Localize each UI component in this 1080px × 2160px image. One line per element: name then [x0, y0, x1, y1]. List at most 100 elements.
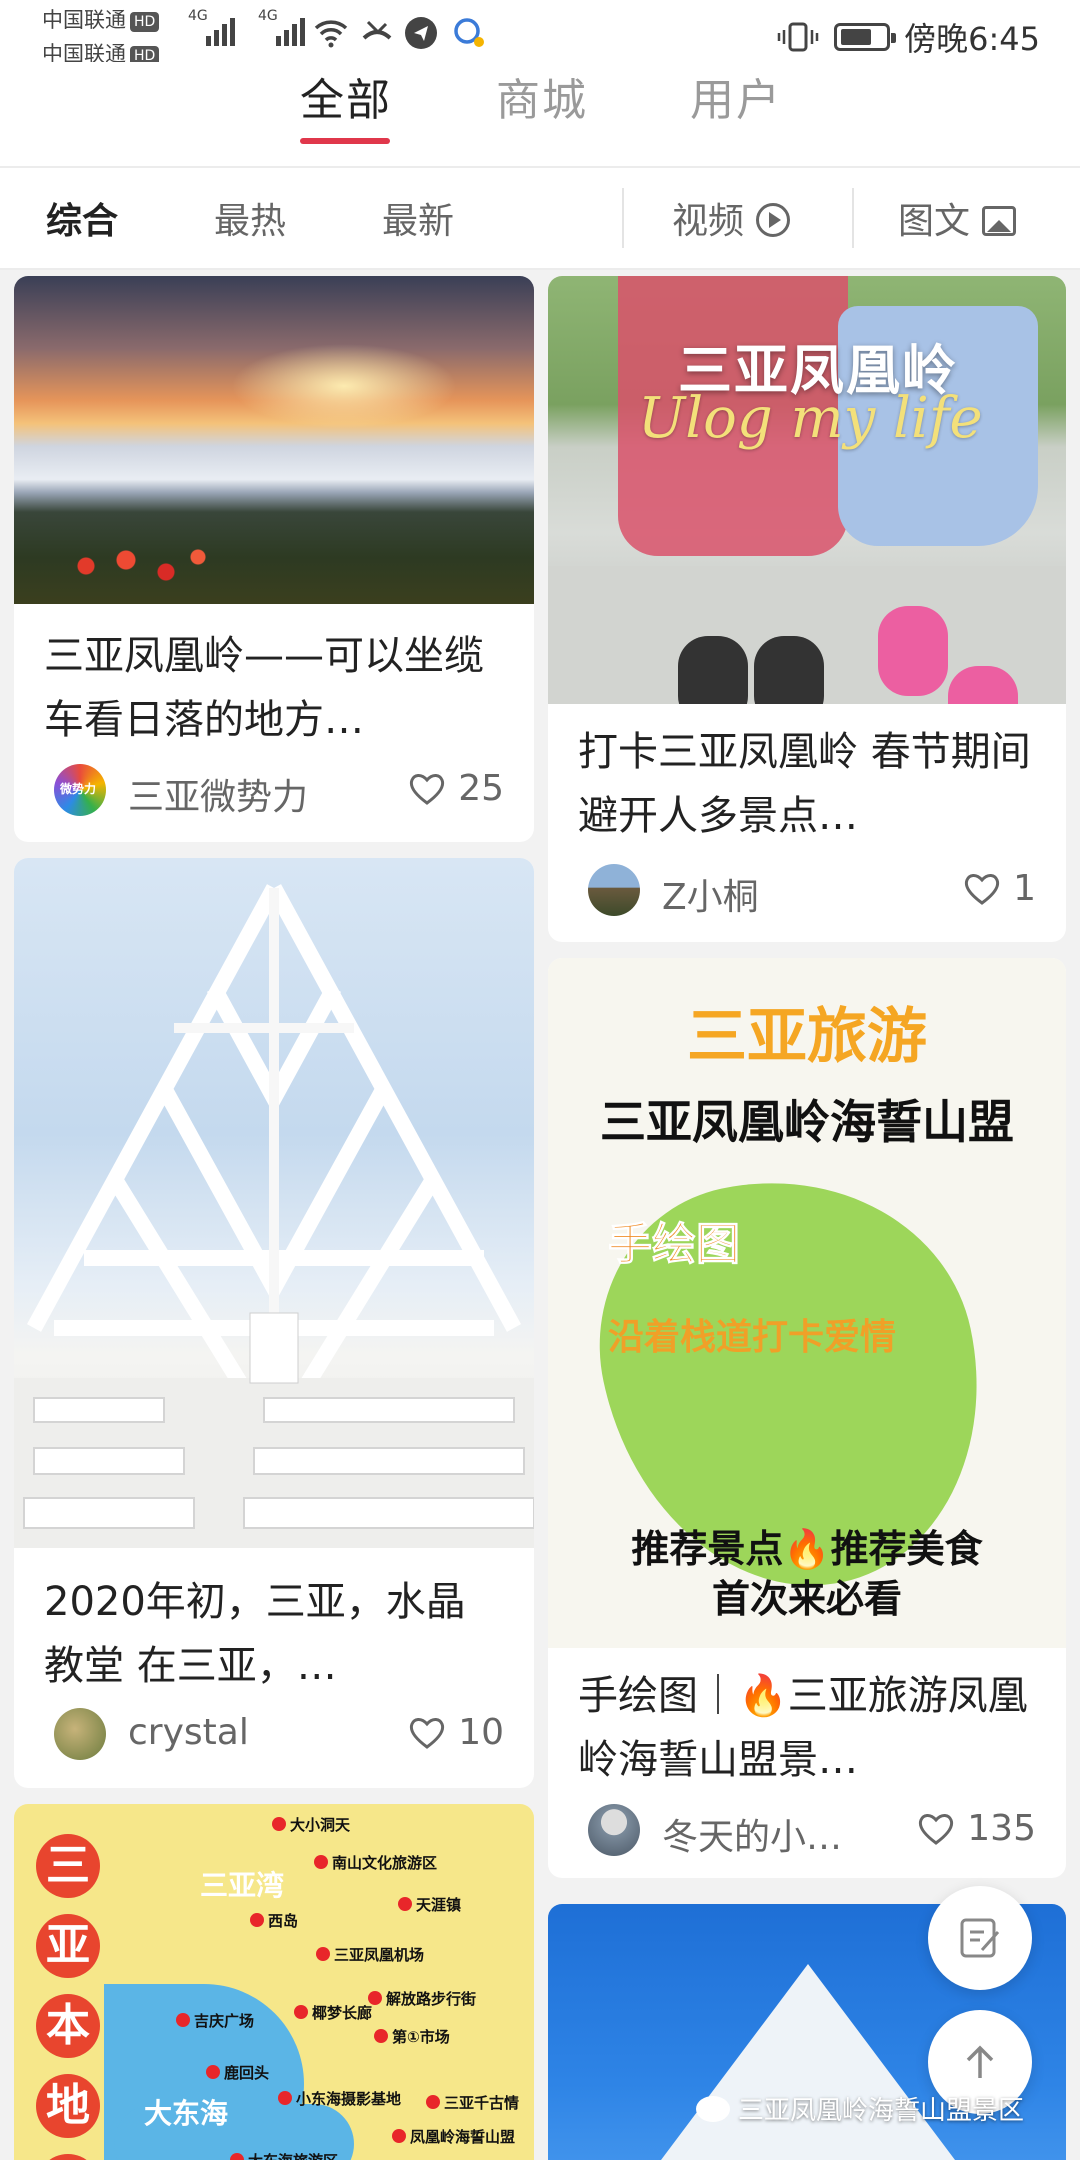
feed-card[interactable]: 三亚凤凰岭——可以坐缆车看日落的地方… 微势力 三亚微势力 25: [14, 276, 534, 842]
image-icon: [982, 206, 1017, 236]
missed-call-icon: [362, 20, 392, 40]
feed-card[interactable]: 三亚凤凰岭 Ulog my life 打卡三亚凤凰岭 春节期间避开人多景点… Z…: [548, 276, 1066, 942]
map-place: 鹿回头: [206, 2062, 269, 2083]
signal-icon-2: 4G: [258, 8, 305, 46]
map-place: 椰梦长廊: [294, 2002, 372, 2023]
top-tabs: 全部 商城 用户: [0, 62, 1080, 166]
status-time: 傍晚6:45: [904, 20, 1040, 58]
vibrate-icon: [777, 22, 819, 52]
card-image: [14, 276, 534, 604]
heart-icon: [964, 873, 1000, 905]
filter-image-text[interactable]: 图文: [898, 192, 1017, 244]
card-footer: 冬天的小… 135: [578, 1800, 1036, 1860]
filter-divider: [622, 188, 624, 248]
avatar[interactable]: 微势力: [54, 764, 106, 816]
filter-hottest[interactable]: 最热: [214, 192, 286, 244]
image-tag: 手绘图: [608, 1219, 741, 1271]
avatar[interactable]: [588, 864, 640, 916]
feed-card[interactable]: 三亚旅游 三亚凤凰岭海誓山盟 手绘图 沿着栈道打卡爱情 推荐景点🔥推荐美食 首次…: [548, 958, 1066, 1878]
glass-pyramid-shape: [658, 1964, 958, 2160]
image-tag-2: 沿着栈道打卡爱情: [608, 1317, 897, 1358]
hd-badge: HD: [130, 12, 160, 32]
signal-icon: 4G: [188, 8, 235, 46]
filter-bar: 综合 最热 最新 视频 图文: [0, 166, 1080, 270]
tab-mall[interactable]: 商城: [496, 64, 588, 128]
author-name[interactable]: crystal: [128, 1712, 249, 1753]
map-place: 凤凰岭海誓山盟: [392, 2126, 515, 2147]
feed-card[interactable]: 2020年初，三亚，水晶教堂 在三亚，… crystal 10: [14, 858, 534, 1788]
chat-notify-icon: [454, 18, 484, 47]
map-place: 小东海摄影基地: [278, 2088, 401, 2109]
map-place: 三亚千古情: [426, 2092, 519, 2113]
map-place: 三亚凤凰机场: [316, 1944, 424, 1965]
author-name[interactable]: Z小桐: [662, 868, 759, 920]
like-button[interactable]: 1: [963, 868, 1036, 909]
card-footer: Z小桐 1: [578, 860, 1036, 920]
like-count: 135: [967, 1808, 1036, 1849]
heart-icon: [410, 773, 445, 805]
filter-comprehensive[interactable]: 综合: [46, 192, 118, 244]
filter-video[interactable]: 视频: [672, 192, 791, 244]
avatar-text: 微势力: [60, 782, 97, 796]
compose-button[interactable]: [928, 1886, 1032, 1990]
tab-users[interactable]: 用户: [690, 64, 782, 128]
filter-divider-2: [852, 188, 854, 248]
play-circle-icon: [756, 203, 791, 237]
map-place: 第①市场: [374, 2026, 450, 2047]
bay-label: 三亚湾: [200, 1869, 285, 1902]
status-bar: 中国联通 HD 中国联通 HD 4G 4G 傍晚6:45: [0, 0, 1080, 66]
heart-icon: [410, 1717, 445, 1749]
like-button[interactable]: 10: [408, 1712, 504, 1753]
wifi-icon: [314, 20, 348, 48]
edit-icon: [960, 1918, 1000, 1958]
wechat-icon: [696, 2095, 730, 2122]
sea-label: 大东海: [144, 2097, 229, 2130]
card-title: 2020年初，三亚，水晶教堂 在三亚，…: [44, 1579, 466, 1689]
carrier-1: 中国联通 HD: [42, 8, 160, 32]
like-count: 1: [1013, 868, 1036, 909]
map-place: 大小洞天: [272, 1814, 350, 1835]
card-title: 手绘图｜🔥三亚旅游凤凰岭海誓山盟景…: [578, 1673, 1028, 1783]
shoe-shape: [678, 636, 748, 704]
card-title: 打卡三亚凤凰岭 春节期间避开人多景点…: [578, 729, 1031, 839]
arrow-up-icon: [966, 2045, 994, 2078]
image-script: Ulog my life: [638, 386, 983, 451]
shoe-shape: [878, 606, 948, 696]
card-image: 三亚凤凰岭 Ulog my life: [548, 276, 1066, 704]
avatar[interactable]: [588, 1804, 640, 1856]
image-bottom-line-2: 首次来必看: [711, 1577, 902, 1621]
heart-icon: [919, 1813, 954, 1845]
map-place: 大东海旅游区: [230, 2150, 338, 2160]
watermark: 三亚凤凰岭海誓山盟景区: [696, 2090, 1024, 2127]
glass-chapel-illustration: [14, 884, 534, 1548]
image-subhead: 三亚凤凰岭海誓山盟: [600, 1095, 1014, 1149]
local-column: 三 亚 本 地 人: [36, 1834, 100, 2160]
card-image: 三亚旅游 三亚凤凰岭海誓山盟 手绘图 沿着栈道打卡爱情 推荐景点🔥推荐美食 首次…: [548, 958, 1066, 1648]
card-footer: 微势力 三亚微势力 25: [44, 760, 504, 820]
app-notify-icon: [405, 17, 437, 49]
filter-newest[interactable]: 最新: [382, 192, 454, 244]
status-right: 傍晚6:45: [776, 14, 1040, 60]
column-char: 人: [36, 2154, 100, 2160]
active-tab-indicator: [300, 138, 390, 144]
filter-video-label: 视频: [672, 201, 745, 242]
card-title: 三亚凤凰岭——可以坐缆车看日落的地方…: [44, 633, 484, 743]
like-count: 10: [458, 1712, 504, 1753]
shoe-shape: [754, 636, 824, 704]
tab-all[interactable]: 全部: [300, 64, 392, 128]
map-place: 南山文化旅游区: [314, 1852, 437, 1873]
like-button[interactable]: 135: [917, 1808, 1036, 1849]
author-name[interactable]: 三亚微势力: [128, 768, 308, 820]
column-char: 本: [36, 1994, 100, 2058]
column-char: 地: [36, 2074, 100, 2138]
flowers-decoration: [54, 536, 214, 596]
image-bottom-line: 推荐景点🔥推荐美食: [631, 1527, 983, 1571]
column-char: 亚: [36, 1914, 100, 1978]
like-count: 25: [458, 768, 504, 809]
author-name[interactable]: 冬天的小…: [662, 1808, 842, 1860]
feed-card[interactable]: 三 亚 本 地 人 三亚湾 大东海 大小洞天 南山文化旅游区 天涯镇 西岛 三亚…: [14, 1804, 534, 2160]
map-place: 西岛: [250, 1910, 298, 1931]
watermark-text: 三亚凤凰岭海誓山盟景区: [738, 2096, 1025, 2126]
avatar[interactable]: [54, 1708, 106, 1760]
like-button[interactable]: 25: [408, 768, 504, 809]
